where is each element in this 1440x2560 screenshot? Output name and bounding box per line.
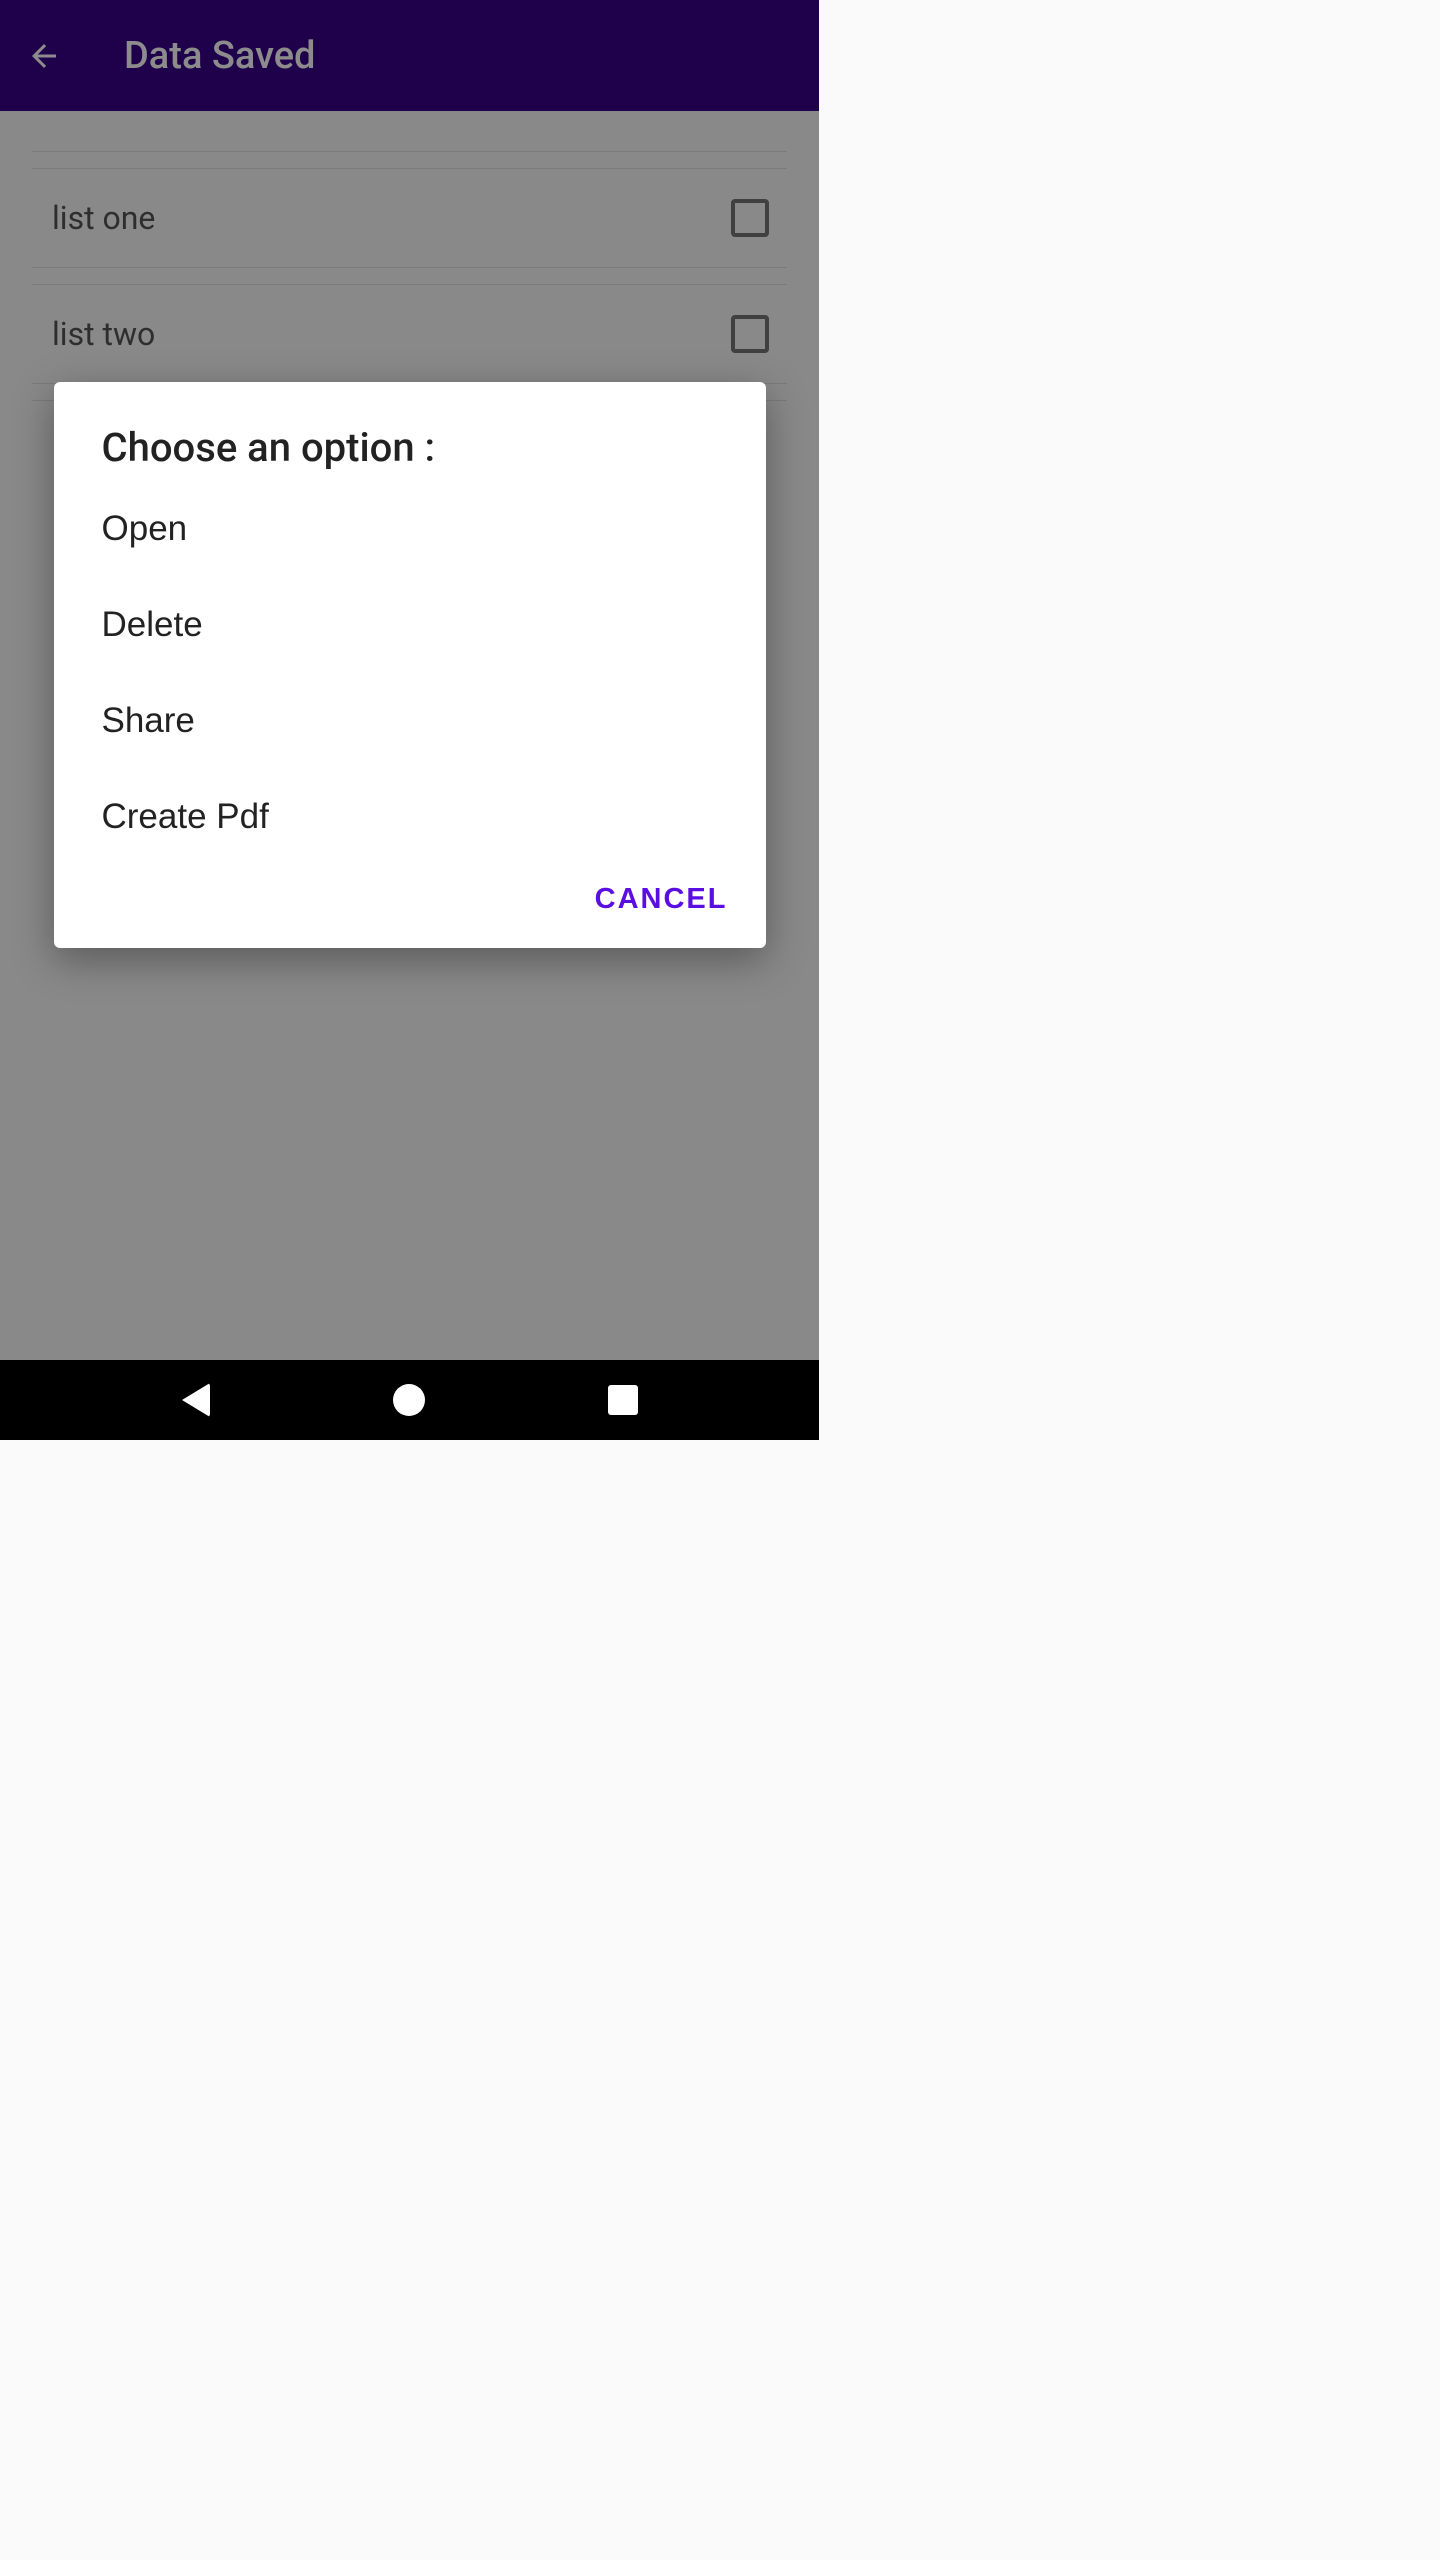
circle-home-icon [393,1384,425,1416]
nav-home-button[interactable] [393,1384,425,1416]
option-create-pdf[interactable]: Create Pdf [54,769,766,865]
nav-recents-button[interactable] [608,1385,638,1415]
modal-overlay[interactable]: Choose an option : Open Delete Share Cre… [0,0,819,1360]
dialog-actions: CANCEL [54,865,766,928]
square-recents-icon [608,1385,638,1415]
triangle-back-icon [182,1383,210,1417]
option-open[interactable]: Open [54,481,766,577]
option-share[interactable]: Share [54,673,766,769]
option-delete[interactable]: Delete [54,577,766,673]
dialog-title: Choose an option : [54,424,766,481]
cancel-button[interactable]: CANCEL [595,883,728,916]
options-dialog: Choose an option : Open Delete Share Cre… [54,382,766,948]
system-nav-bar [0,1360,819,1440]
nav-back-button[interactable] [182,1383,210,1417]
dialog-options-list: Open Delete Share Create Pdf [54,481,766,865]
